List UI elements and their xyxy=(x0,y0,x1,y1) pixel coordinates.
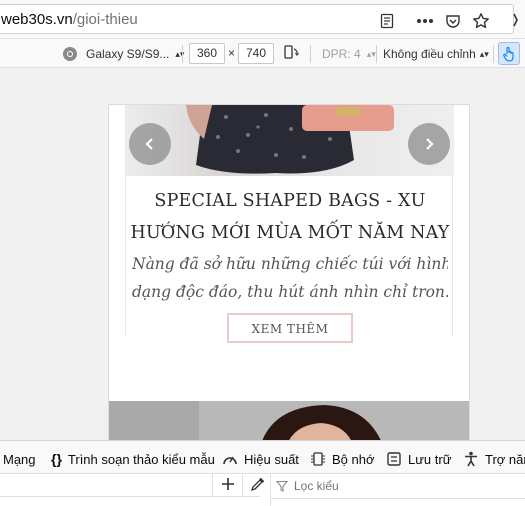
url-domain: web30s.vn xyxy=(1,11,73,28)
slide-image xyxy=(126,105,454,176)
device-name: Galaxy S9/S9... xyxy=(86,47,170,61)
device-dropdown-icon: ▴▾ xyxy=(175,48,185,59)
add-node-icon[interactable] xyxy=(220,476,236,495)
storage-icon xyxy=(386,451,402,467)
divider xyxy=(270,498,525,499)
height-input[interactable]: 740 xyxy=(238,43,274,64)
divider xyxy=(182,45,183,63)
next-slide-button[interactable] xyxy=(408,123,450,165)
touch-simulation-button[interactable] xyxy=(498,42,520,65)
model-photo xyxy=(186,105,394,174)
braces-icon: {} xyxy=(51,451,62,467)
width-input[interactable]: 360 xyxy=(189,43,225,64)
tab-accessibility-label: Trợ năn xyxy=(485,451,525,467)
gauge-icon xyxy=(222,452,238,466)
portrait-photo xyxy=(109,401,469,440)
chevron-right-icon xyxy=(423,137,435,151)
accessibility-icon xyxy=(463,451,479,467)
tab-network-label: Mạng xyxy=(3,451,36,467)
tab-style-editor[interactable]: {} Trình soạn thảo kiểu mẫu xyxy=(51,450,215,468)
responsive-toolbar: Galaxy S9/S9... ▴▾ 360 × 740 DPR: 4 ▴▾ K… xyxy=(0,38,525,68)
divider xyxy=(242,474,243,496)
tab-storage-label: Lưu trữ xyxy=(408,451,452,467)
tab-performance-label: Hiệu suất xyxy=(244,451,299,467)
dpr-selector[interactable]: DPR: 4 ▴▾ xyxy=(322,44,376,64)
read-more-button[interactable]: XEM THÊM xyxy=(227,313,353,343)
eyedropper-icon[interactable] xyxy=(250,476,266,495)
slide-title-line-2: HƯỚNG MỚI MÙA MỐT NĂM NAY xyxy=(130,223,450,243)
slide-title-line-1: SPECIAL SHAPED BAGS - XU xyxy=(154,191,426,211)
reader-mode-icon[interactable] xyxy=(377,11,397,31)
devtools-inspector-toolbar: Lọc kiểu xyxy=(0,474,525,506)
slide-title[interactable]: SPECIAL SHAPED BAGS - XU HƯỚNG MỚI MÙA M… xyxy=(126,185,454,249)
url-path: /gioi-thieu xyxy=(72,11,138,28)
rotate-icon[interactable] xyxy=(282,42,300,62)
pocket-icon[interactable] xyxy=(443,11,463,31)
device-viewport: SPECIAL SHAPED BAGS - XU HƯỚNG MỚI MÙA M… xyxy=(108,104,470,440)
style-filter-input[interactable]: Lọc kiểu xyxy=(276,479,339,493)
devtools-tabbar: Mạng {} Trình soạn thảo kiểu mẫu Hiệu su… xyxy=(0,440,525,474)
throttle-label: Không điều chỉnh xyxy=(383,47,476,61)
dpr-dropdown-icon: ▴▾ xyxy=(366,48,376,59)
slide-description-line-2: dạng độc đáo, thu hút ánh nhìn chỉ tron.… xyxy=(132,283,448,301)
chrome-icon xyxy=(62,46,78,62)
hand-pointer-icon xyxy=(502,46,516,62)
url-text[interactable]: web30s.vn/gioi-thieu xyxy=(1,11,138,28)
rdm-viewport-area: SPECIAL SHAPED BAGS - XU HƯỚNG MỚI MÙA M… xyxy=(0,68,525,440)
panel-splitter[interactable] xyxy=(270,474,271,506)
tab-memory-label: Bộ nhớ xyxy=(332,451,375,467)
divider xyxy=(0,496,260,497)
throttle-dropdown-icon: ▴▾ xyxy=(479,48,489,59)
filter-placeholder: Lọc kiểu xyxy=(294,479,339,493)
filter-icon xyxy=(276,480,288,492)
blog-slide: SPECIAL SHAPED BAGS - XU HƯỚNG MỚI MÙA M… xyxy=(125,105,454,343)
tab-accessibility[interactable]: Trợ năn xyxy=(463,450,525,468)
divider xyxy=(310,45,311,63)
divider xyxy=(493,45,494,63)
tab-storage[interactable]: Lưu trữ xyxy=(386,450,451,468)
url-bar-container: web30s.vn/gioi-thieu xyxy=(0,0,525,38)
prev-slide-button[interactable] xyxy=(129,123,171,165)
extension-icon[interactable] xyxy=(508,10,525,30)
tab-network[interactable]: Mạng xyxy=(3,450,36,468)
divider xyxy=(376,45,377,63)
device-selector[interactable]: Galaxy S9/S9... ▴▾ xyxy=(62,44,184,64)
next-article-image xyxy=(109,401,469,440)
url-field[interactable]: web30s.vn/gioi-thieu xyxy=(0,4,514,34)
slide-description: Nàng đã sở hữu những chiếc túi với hình … xyxy=(132,250,448,306)
bookmark-star-icon[interactable] xyxy=(471,11,491,31)
chevron-left-icon xyxy=(144,137,156,151)
memory-icon xyxy=(310,451,326,467)
divider xyxy=(212,474,213,496)
tab-style-editor-label: Trình soạn thảo kiểu mẫu xyxy=(67,451,215,467)
throttle-selector[interactable]: Không điều chỉnh ▴▾ xyxy=(383,44,489,64)
dpr-label: DPR: 4 xyxy=(322,47,361,61)
dimension-times: × xyxy=(228,46,236,60)
tab-memory[interactable]: Bộ nhớ xyxy=(310,450,375,468)
more-icon[interactable] xyxy=(415,11,435,31)
slide-description-line-1: Nàng đã sở hữu những chiếc túi với hình xyxy=(132,255,448,273)
tab-performance[interactable]: Hiệu suất xyxy=(222,450,299,468)
